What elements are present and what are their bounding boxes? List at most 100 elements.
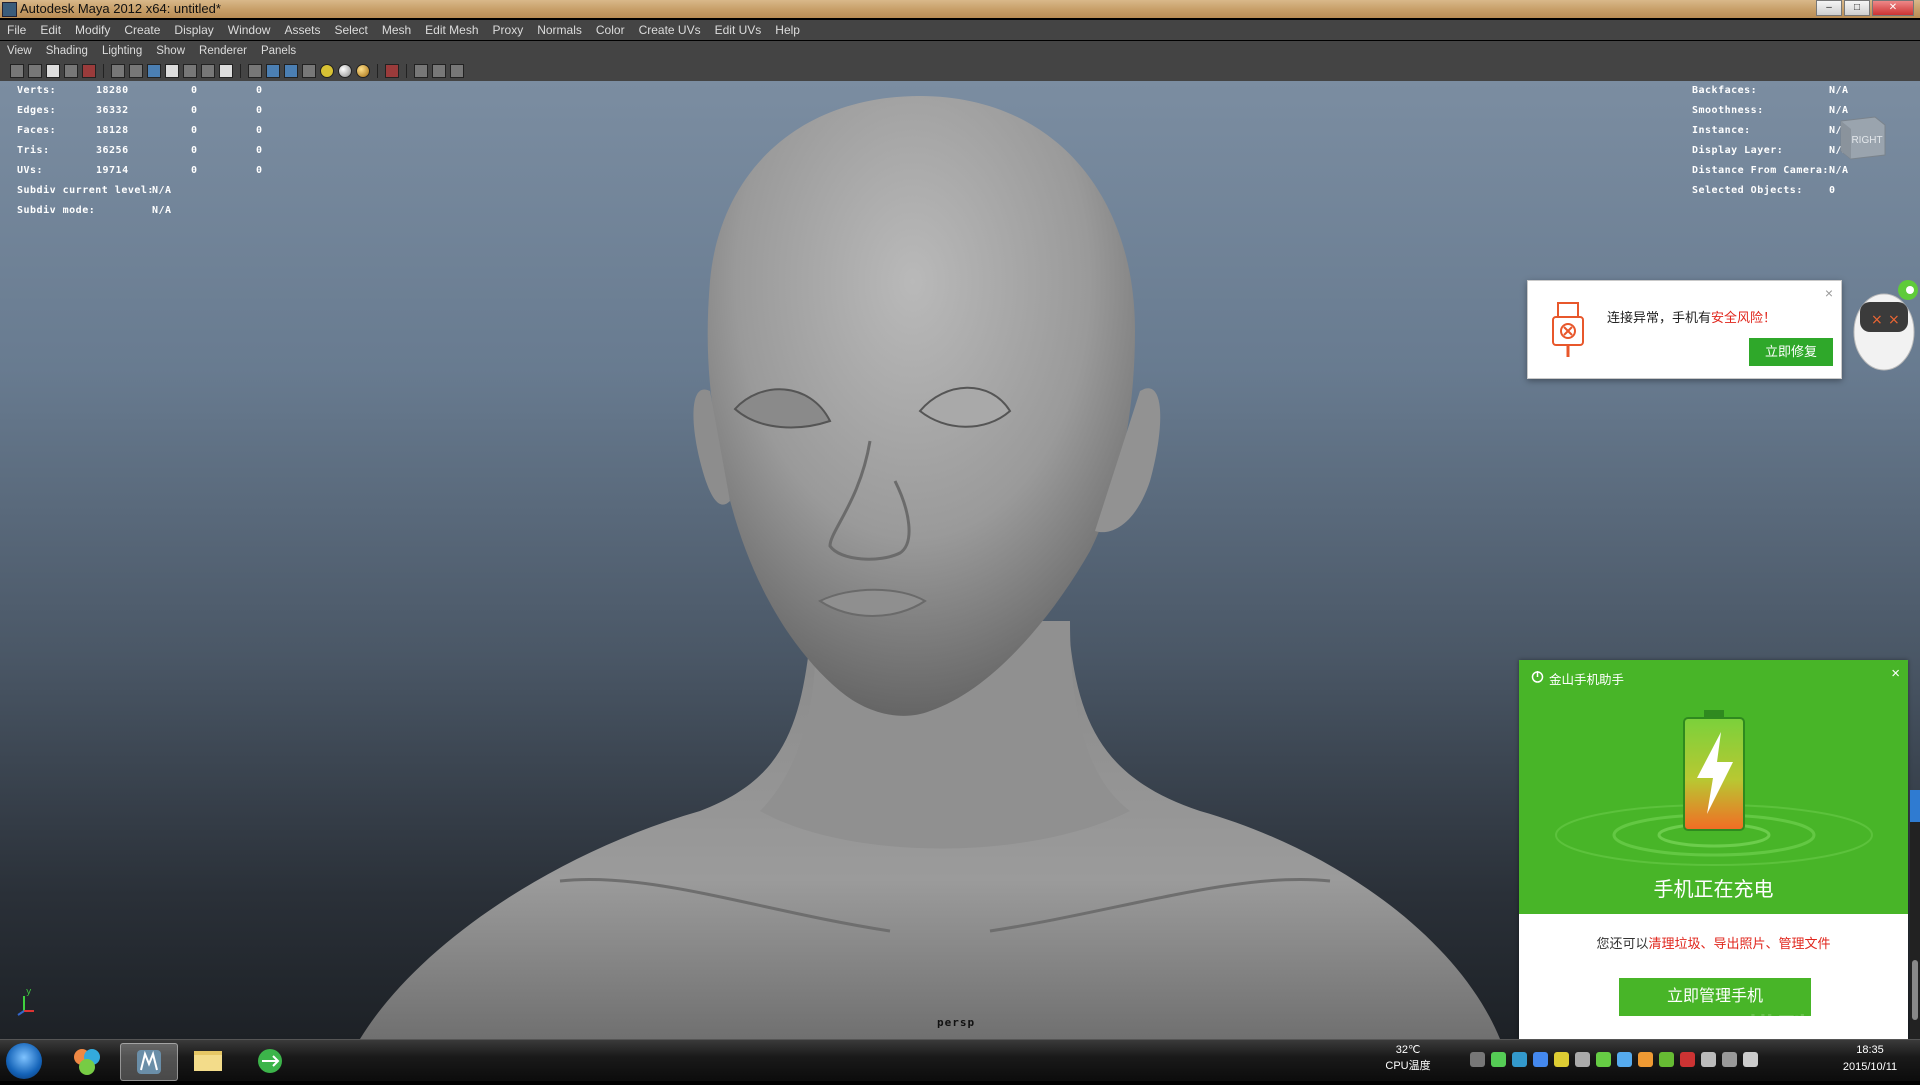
panel-menu-show[interactable]: Show <box>149 41 192 61</box>
menu-file[interactable]: File <box>0 20 33 40</box>
menu-create[interactable]: Create <box>117 20 167 40</box>
menu-help[interactable]: Help <box>768 20 807 40</box>
panel-menu-view[interactable]: View <box>0 41 39 61</box>
panel-menu-lighting[interactable]: Lighting <box>95 41 149 61</box>
axis-indicator: y <box>17 987 34 1016</box>
menu-proxy[interactable]: Proxy <box>486 20 531 40</box>
camera-bookmark-icon[interactable] <box>28 64 42 78</box>
menu-display[interactable]: Display <box>167 20 220 40</box>
phone-hint-actions[interactable]: 清理垃圾、导出照片、管理文件 <box>1649 936 1831 951</box>
all-lights-icon[interactable] <box>338 64 352 78</box>
hud-value: 36332 <box>96 105 129 116</box>
flag-icon[interactable] <box>1701 1052 1716 1067</box>
safe-action-icon[interactable] <box>201 64 215 78</box>
viewcube[interactable]: RIGHT <box>1835 111 1891 163</box>
system-clock[interactable]: 18:35 2015/10/11 <box>1825 1042 1915 1076</box>
safe-title-icon[interactable] <box>219 64 233 78</box>
menu-modify[interactable]: Modify <box>68 20 117 40</box>
hud-label: Smoothness: <box>1692 105 1764 116</box>
smooth-shade-icon[interactable] <box>266 64 280 78</box>
close-icon[interactable]: × <box>1891 665 1900 682</box>
windows-taskbar: 32℃ CPU温度 18:35 2015/10/11 <box>0 1039 1920 1081</box>
cpu-temp-value: 32℃ <box>1395 1044 1421 1056</box>
robot-mascot-icon[interactable]: × × <box>1848 262 1920 377</box>
window-titlebar[interactable]: Autodesk Maya 2012 x64: untitled* – □ ✕ <box>0 0 1920 18</box>
hud-value: 18128 <box>96 125 129 136</box>
menu-mesh[interactable]: Mesh <box>375 20 418 40</box>
gate-mask-icon[interactable] <box>165 64 179 78</box>
minimize-button[interactable]: – <box>1816 0 1842 16</box>
menu-normals[interactable]: Normals <box>530 20 589 40</box>
menu-edit-mesh[interactable]: Edit Mesh <box>418 20 485 40</box>
keyboard-icon[interactable] <box>1470 1052 1485 1067</box>
hud-verts-row: Verts: 18280 0 0 <box>17 81 317 101</box>
security-risk-text: 安全风险！ <box>1711 310 1777 325</box>
fix-now-button[interactable]: 立即修复 <box>1749 338 1833 366</box>
grid-icon[interactable] <box>111 64 125 78</box>
xray-joints-icon[interactable] <box>432 64 446 78</box>
cpu-temperature[interactable]: 32℃ CPU温度 <box>1378 1042 1438 1074</box>
scrollbar-thumb[interactable] <box>1912 960 1918 1020</box>
browser-app-icon[interactable] <box>242 1043 298 1079</box>
menu-assets[interactable]: Assets <box>277 20 327 40</box>
menu-select[interactable]: Select <box>327 20 374 40</box>
clock-date: 2015/10/11 <box>1842 1061 1898 1073</box>
hardware-render-icon[interactable] <box>450 64 464 78</box>
panel-menu-renderer[interactable]: Renderer <box>192 41 254 61</box>
network-tray-icon[interactable] <box>1575 1052 1590 1067</box>
speaker-icon[interactable] <box>1743 1052 1758 1067</box>
hud-label: Selected Objects: <box>1692 185 1803 196</box>
browser-tray-icon[interactable] <box>1533 1052 1548 1067</box>
hud-label: Tris: <box>17 145 50 156</box>
hud-label: Instance: <box>1692 125 1751 136</box>
security-tray-icon[interactable] <box>1512 1052 1527 1067</box>
menu-edit[interactable]: Edit <box>33 20 68 40</box>
close-button[interactable]: ✕ <box>1872 0 1914 16</box>
close-icon[interactable]: × <box>1825 285 1833 301</box>
chat-tray-icon[interactable] <box>1596 1052 1611 1067</box>
hud-label: Subdiv current level: <box>17 185 154 196</box>
window-title: Autodesk Maya 2012 x64: untitled* <box>20 1 221 16</box>
menu-color[interactable]: Color <box>589 20 632 40</box>
wireframe-icon[interactable] <box>248 64 262 78</box>
cloud-tray-icon[interactable] <box>1617 1052 1632 1067</box>
resolution-gate-icon[interactable] <box>147 64 161 78</box>
panel-menu-shading[interactable]: Shading <box>39 41 95 61</box>
wireframe-on-shaded-icon[interactable] <box>284 64 298 78</box>
phone-assistant-popup: 金山手机助手 × 手机正在充电 您还可以清理垃圾、导出照片、管理文件 立即管理手… <box>1519 660 1908 1040</box>
isolate-select-icon[interactable] <box>385 64 399 78</box>
phone-hint-prefix: 您还可以 <box>1596 936 1649 951</box>
textured-icon[interactable] <box>302 64 316 78</box>
display-tray-icon[interactable] <box>1722 1052 1737 1067</box>
taskbar-maya-app[interactable] <box>120 1043 178 1081</box>
media-center-app-icon[interactable] <box>60 1043 116 1079</box>
hud-value: 0 <box>256 105 263 116</box>
app-tray-icon[interactable] <box>1638 1052 1653 1067</box>
battery-tray-icon[interactable] <box>1491 1052 1506 1067</box>
hud-tris-row: Tris: 36256 0 0 <box>17 141 317 161</box>
2d-pan-zoom-icon[interactable] <box>64 64 78 78</box>
xray-icon[interactable] <box>414 64 428 78</box>
field-chart-icon[interactable] <box>183 64 197 78</box>
film-gate-icon[interactable] <box>129 64 143 78</box>
plus-tray-icon[interactable] <box>1659 1052 1674 1067</box>
panel-menu-panels[interactable]: Panels <box>254 41 303 61</box>
toolbar-divider <box>406 64 407 78</box>
menu-edit-uvs[interactable]: Edit UVs <box>708 20 769 40</box>
maximize-button[interactable]: □ <box>1844 0 1870 16</box>
camera-attributes-icon[interactable] <box>10 64 24 78</box>
toolbar-divider <box>240 64 241 78</box>
menu-window[interactable]: Window <box>221 20 278 40</box>
start-button[interactable] <box>6 1043 42 1079</box>
hud-value: N/A <box>1829 165 1849 176</box>
shield-icon[interactable] <box>1554 1052 1569 1067</box>
grease-pencil-icon[interactable] <box>82 64 96 78</box>
shadows-icon[interactable] <box>356 64 370 78</box>
antivirus-tray-icon[interactable] <box>1680 1052 1695 1067</box>
image-plane-icon[interactable] <box>46 64 60 78</box>
file-explorer-icon[interactable] <box>180 1043 236 1079</box>
default-lighting-icon[interactable] <box>320 64 334 78</box>
side-scrollbar[interactable] <box>1910 790 1920 1040</box>
menu-create-uvs[interactable]: Create UVs <box>632 20 708 40</box>
viewcube-face-label: RIGHT <box>1851 135 1882 146</box>
